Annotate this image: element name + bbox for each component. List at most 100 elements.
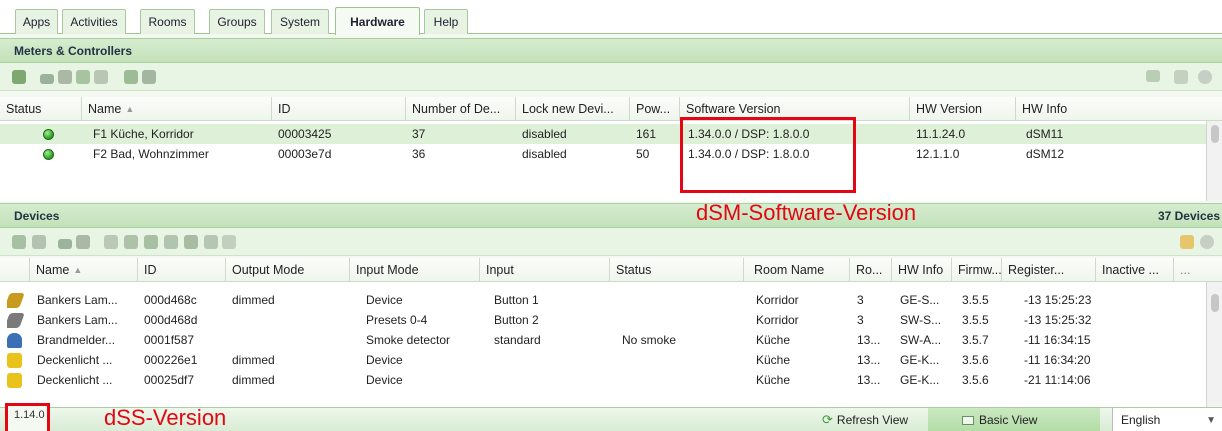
device-hw-info: GE-K... bbox=[900, 373, 940, 387]
meter-lock: disabled bbox=[522, 127, 567, 141]
list-icon[interactable] bbox=[1146, 70, 1160, 82]
device-id: 0001f587 bbox=[144, 333, 195, 347]
device-firmware: 3.5.5 bbox=[962, 293, 989, 307]
col-inactive[interactable]: Inactive ... bbox=[1096, 258, 1174, 282]
device-output-mode: dimmed bbox=[232, 373, 275, 387]
device-firmware: 3.5.7 bbox=[962, 333, 989, 347]
col-status[interactable]: Status bbox=[610, 258, 744, 282]
device-tool-icon[interactable] bbox=[222, 235, 236, 249]
meter-sync-icon[interactable] bbox=[76, 70, 90, 84]
device-input bbox=[494, 370, 604, 390]
col-name[interactable]: Name ▲ bbox=[82, 97, 272, 121]
meter-id: 00003425 bbox=[278, 127, 332, 141]
device-hw-info: SW-S... bbox=[900, 313, 942, 327]
devices-scrollbar[interactable] bbox=[1206, 282, 1222, 407]
scroll-thumb[interactable] bbox=[1211, 125, 1219, 143]
tab-apps[interactable]: Apps bbox=[15, 9, 58, 34]
col-device-id[interactable]: ID bbox=[138, 258, 226, 282]
meter-edit-icon[interactable] bbox=[12, 70, 26, 84]
col-id[interactable]: ID bbox=[272, 97, 406, 121]
tab-help[interactable]: Help bbox=[424, 9, 468, 34]
col-more[interactable]: ... bbox=[1174, 258, 1222, 282]
basic-view-button[interactable]: Basic View bbox=[928, 408, 1100, 431]
scroll-thumb[interactable] bbox=[1211, 294, 1219, 312]
table-row[interactable]: Bankers Lam... 000d468c dimmed Device Bu… bbox=[0, 290, 1206, 310]
meter-export-icon[interactable] bbox=[142, 70, 156, 84]
col-hw-version[interactable]: HW Version bbox=[910, 97, 1016, 121]
device-hw-info: GE-K... bbox=[900, 353, 940, 367]
meters-scrollbar[interactable] bbox=[1206, 121, 1222, 201]
col-hw-info[interactable]: HW Info bbox=[892, 258, 952, 282]
device-edit-icon[interactable] bbox=[12, 235, 26, 249]
device-group-icon[interactable] bbox=[124, 235, 138, 249]
device-registered: -13 15:25:32 bbox=[1024, 313, 1092, 327]
device-input: standard bbox=[494, 333, 541, 347]
col-device-icon bbox=[0, 258, 30, 282]
device-rename-icon[interactable] bbox=[164, 235, 178, 249]
tab-hardware[interactable]: Hardware bbox=[335, 7, 420, 35]
col-input[interactable]: Input bbox=[480, 258, 610, 282]
language-select[interactable]: English ▼ bbox=[1112, 408, 1222, 431]
smoke-detector-icon bbox=[7, 330, 25, 350]
col-registered[interactable]: Register... bbox=[1002, 258, 1096, 282]
col-power[interactable]: Pow... bbox=[630, 97, 680, 121]
meter-rename-icon[interactable] bbox=[124, 70, 138, 84]
meter-search-icon[interactable] bbox=[94, 70, 108, 84]
device-export-icon[interactable] bbox=[204, 235, 218, 249]
col-room-id[interactable]: Ro... bbox=[850, 258, 892, 282]
table-row[interactable]: Bankers Lam... 000d468d Presets 0-4 Butt… bbox=[0, 310, 1206, 330]
status-ok-icon bbox=[43, 144, 55, 164]
table-row[interactable]: Deckenlicht ... 00025df7 dimmed Device K… bbox=[0, 370, 1206, 390]
table-row[interactable]: Brandmelder... 0001f587 Smoke detector s… bbox=[0, 330, 1206, 350]
col-room-name[interactable]: Room Name bbox=[744, 258, 850, 282]
meter-hw-version: 12.1.1.0 bbox=[916, 147, 960, 161]
table-row[interactable]: Deckenlicht ... 000226e1 dimmed Device K… bbox=[0, 350, 1206, 370]
col-device-name[interactable]: Name ▲ bbox=[30, 258, 138, 282]
device-input-mode: Device bbox=[366, 353, 403, 367]
device-config-icon[interactable] bbox=[76, 235, 90, 249]
lock-icon[interactable] bbox=[1180, 235, 1194, 249]
tab-rooms[interactable]: Rooms bbox=[140, 9, 195, 34]
device-room: Korridor bbox=[756, 293, 799, 307]
table-row[interactable]: F1 Küche, Korridor 00003425 37 disabled … bbox=[0, 124, 1206, 144]
signal-icon[interactable] bbox=[40, 74, 54, 84]
tab-groups[interactable]: Groups bbox=[209, 9, 265, 34]
refresh-icon: ⟳ bbox=[822, 412, 833, 427]
device-scene-icon[interactable] bbox=[184, 235, 198, 249]
document-icon[interactable] bbox=[1174, 70, 1188, 84]
refresh-view-label: Refresh View bbox=[836, 413, 909, 427]
dsm-software-version-annotation: dSM-Software-Version bbox=[696, 200, 917, 225]
lamp-icon bbox=[7, 310, 25, 330]
meters-column-header: Status Name ▲ ID Number of De... Lock new… bbox=[0, 97, 1222, 121]
col-output-mode[interactable]: Output Mode bbox=[226, 258, 350, 282]
remove-icon[interactable] bbox=[1198, 70, 1212, 84]
remove-icon[interactable] bbox=[1200, 235, 1214, 249]
tab-activities[interactable]: Activities bbox=[62, 9, 126, 34]
col-status[interactable]: Status bbox=[0, 97, 82, 121]
col-firmware[interactable]: Firmw... bbox=[952, 258, 1002, 282]
table-row[interactable]: F2 Bad, Wohnzimmer 00003e7d 36 disabled … bbox=[0, 144, 1206, 164]
signal-icon[interactable] bbox=[58, 239, 72, 249]
refresh-view-button[interactable]: ⟳ Refresh View bbox=[818, 408, 928, 431]
tab-system[interactable]: System bbox=[271, 9, 329, 34]
meter-config-icon[interactable] bbox=[58, 70, 72, 84]
col-hw-info[interactable]: HW Info bbox=[1016, 97, 1222, 121]
device-room-icon[interactable] bbox=[144, 235, 158, 249]
devices-column-header: Name ▲ ID Output Mode Input Mode Input St… bbox=[0, 258, 1222, 282]
device-room: Küche bbox=[756, 373, 791, 387]
device-filter-icon[interactable] bbox=[32, 235, 46, 249]
device-registered: -11 16:34:20 bbox=[1024, 353, 1091, 367]
lamp-icon bbox=[7, 290, 25, 310]
device-firmware: 3.5.6 bbox=[962, 353, 989, 367]
device-list-icon[interactable] bbox=[104, 235, 118, 249]
col-lock-new-devices[interactable]: Lock new Devi... bbox=[516, 97, 630, 121]
sort-asc-icon: ▲ bbox=[125, 104, 135, 114]
col-number-of-devices[interactable]: Number of De... bbox=[406, 97, 516, 121]
device-input: Button 2 bbox=[494, 313, 539, 327]
device-input bbox=[494, 350, 604, 370]
device-id: 00025df7 bbox=[144, 373, 195, 387]
meters-toolbar bbox=[0, 63, 1222, 91]
sort-asc-icon: ▲ bbox=[73, 265, 83, 275]
col-input-mode[interactable]: Input Mode bbox=[350, 258, 480, 282]
device-name: Deckenlicht ... bbox=[37, 353, 113, 367]
